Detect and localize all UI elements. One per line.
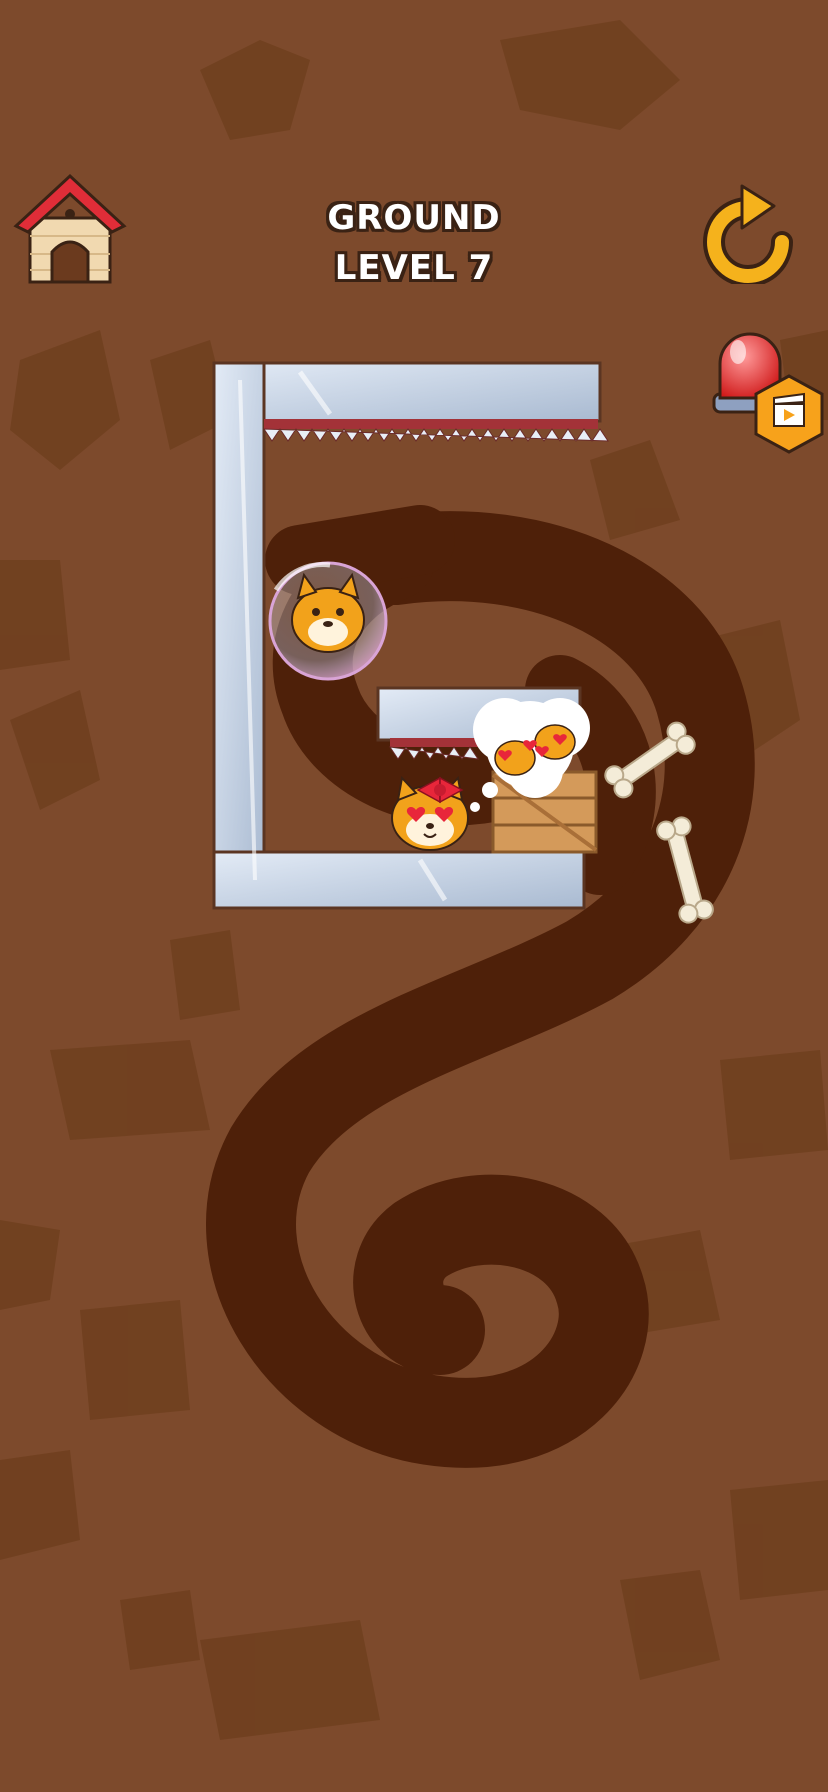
video-ad-icon xyxy=(754,374,824,454)
restart-icon xyxy=(703,184,793,287)
restart-button[interactable] xyxy=(700,180,796,287)
spike-strip-top xyxy=(263,419,609,442)
hint-button[interactable] xyxy=(706,318,826,464)
dog-in-bubble xyxy=(268,561,388,681)
girl-dog xyxy=(391,775,469,851)
game-screen: GROUND LEVEL 7 xyxy=(0,0,828,1792)
home-icon xyxy=(13,173,127,284)
home-button[interactable] xyxy=(12,170,128,288)
